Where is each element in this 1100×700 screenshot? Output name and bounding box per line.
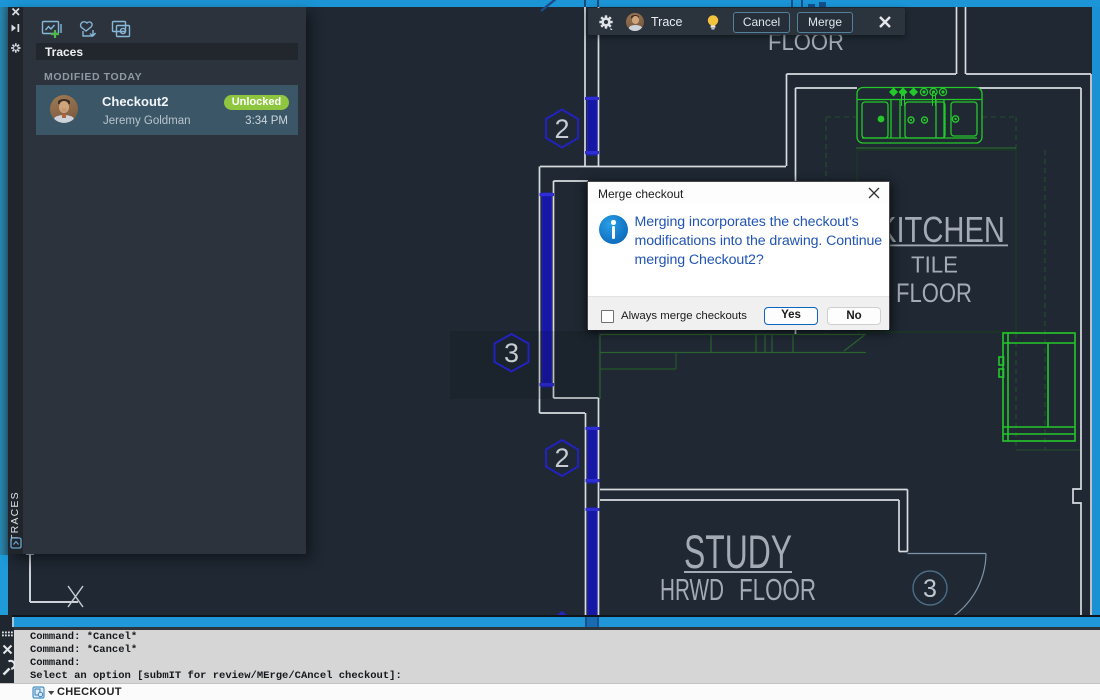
svg-text:3: 3 [504,338,519,368]
svg-text:2: 2 [554,114,569,144]
svg-text:KITCHEN: KITCHEN [877,209,1005,250]
svg-text:HRWD: HRWD [660,572,724,607]
svg-text:2: 2 [554,443,569,473]
svg-text:3: 3 [923,575,937,603]
svg-text:TILE: TILE [911,252,958,278]
svg-text:STUDY: STUDY [684,525,792,578]
svg-text:FLOOR: FLOOR [896,278,972,308]
svg-text:FLOOR: FLOOR [739,572,816,607]
